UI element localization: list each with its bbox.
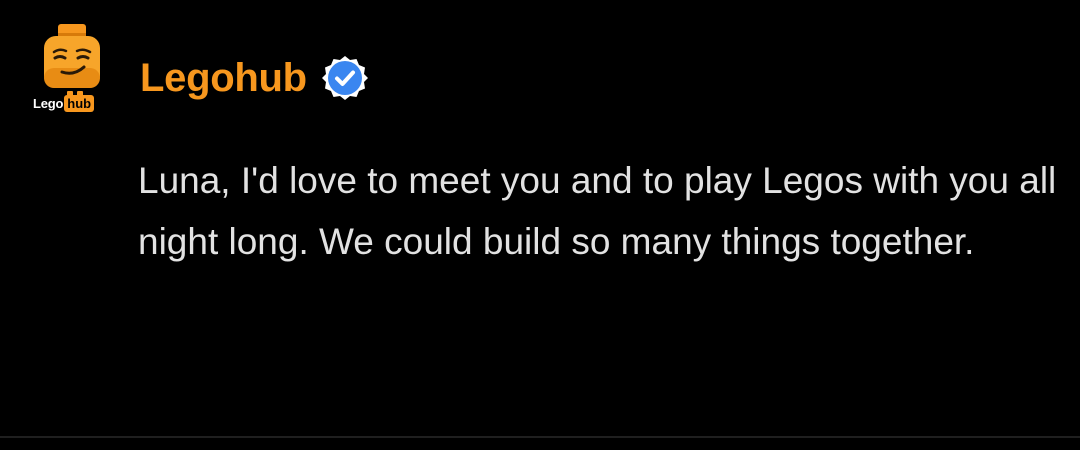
wordmark-hub: hub <box>64 90 95 112</box>
avatar-wordmark: Lego hub <box>33 90 95 114</box>
avatar[interactable]: Lego hub <box>30 20 114 124</box>
wordmark-lego: Lego <box>33 95 64 111</box>
comment-card: Lego hub Legohub Luna, I'd love to meet … <box>0 0 1080 436</box>
author-name[interactable]: Legohub <box>140 56 307 101</box>
divider <box>0 436 1080 438</box>
comment-text: Luna, I'd love to meet you and to play L… <box>138 160 1057 262</box>
comment-header: Legohub <box>140 48 369 108</box>
verified-check-icon <box>321 56 368 100</box>
